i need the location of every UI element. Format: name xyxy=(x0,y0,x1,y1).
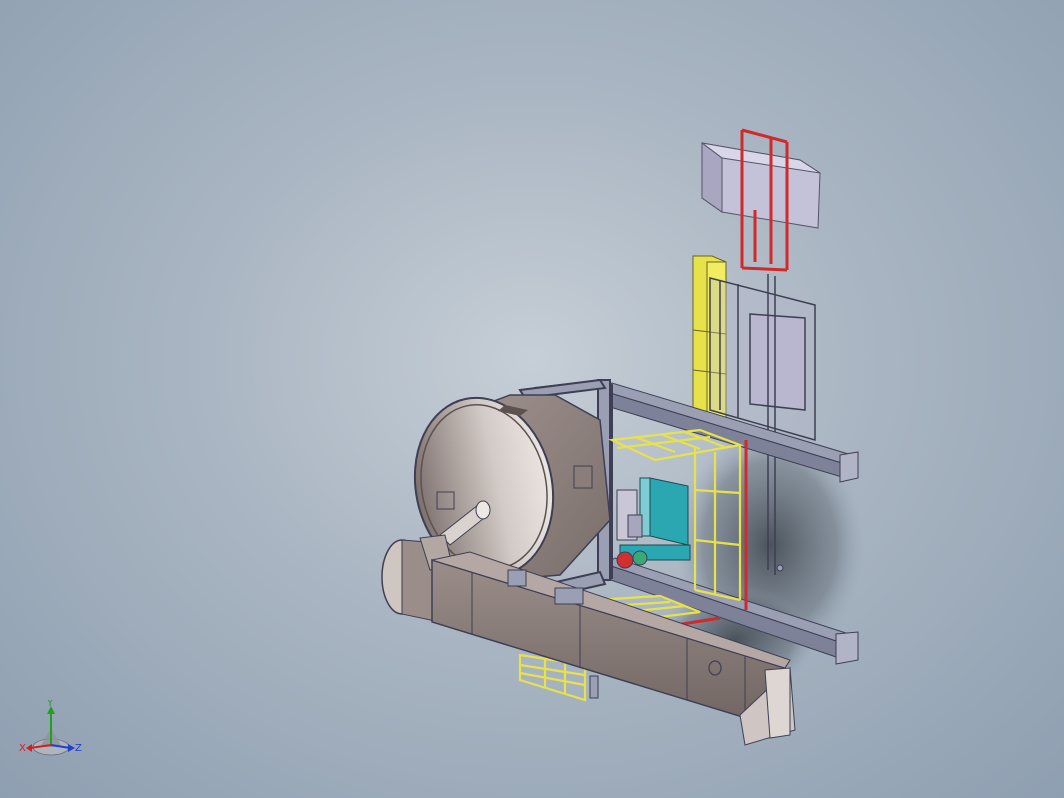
z-axis-label: Z xyxy=(75,743,82,754)
cad-viewport[interactable]: Y X Z xyxy=(0,0,1064,798)
z-axis-arrow xyxy=(68,744,75,752)
x-axis-arrow xyxy=(26,744,32,752)
cad-model-assembly[interactable] xyxy=(0,0,1064,798)
coordinate-triad: Y X Z xyxy=(19,700,82,756)
x-axis-label: X xyxy=(19,743,26,754)
top-housing-box[interactable] xyxy=(701,142,821,229)
y-axis-label: Y xyxy=(46,700,54,709)
